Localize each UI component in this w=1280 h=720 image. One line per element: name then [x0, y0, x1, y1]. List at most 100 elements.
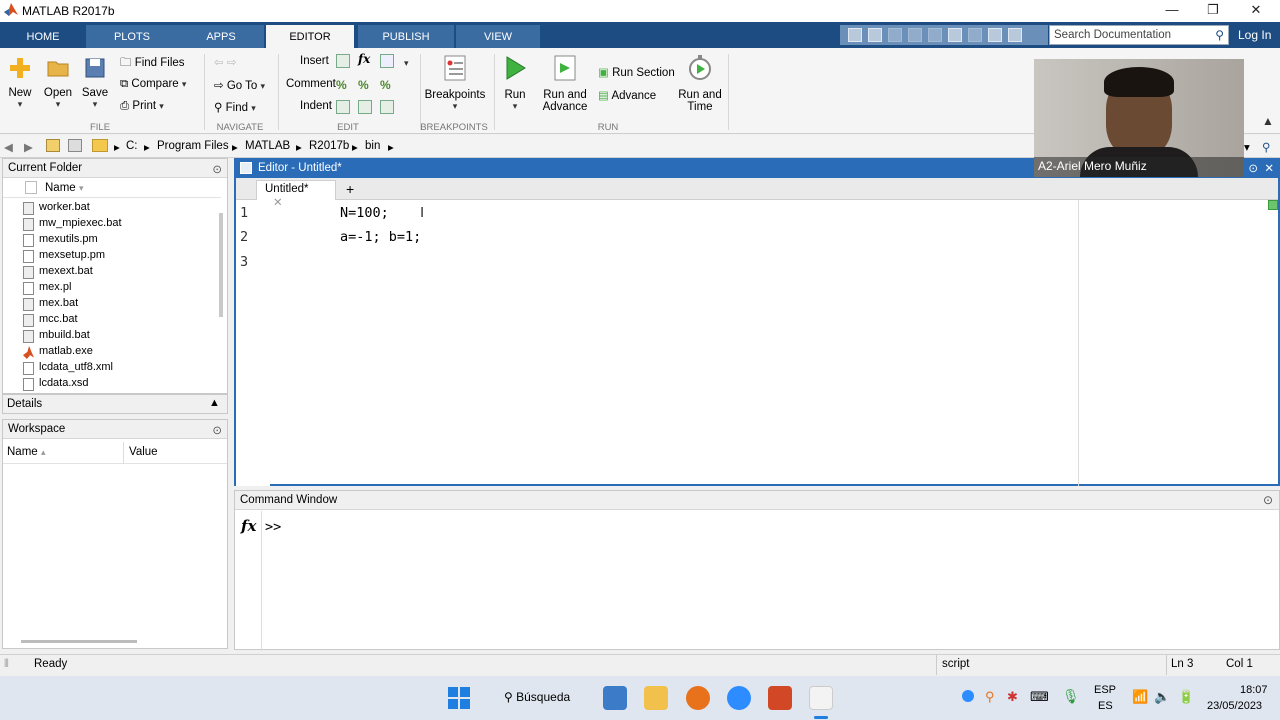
- workspace-hscrollbar[interactable]: [21, 640, 137, 643]
- browse-folder-icon[interactable]: [68, 139, 82, 152]
- advance-button[interactable]: ▤ Advance: [598, 88, 656, 102]
- expand-details-icon[interactable]: ▲: [209, 397, 220, 409]
- function-browser-icon[interactable]: fx: [241, 517, 256, 535]
- address-search-icon[interactable]: ⚲: [1262, 140, 1270, 154]
- panel-menu-icon[interactable]: ⊙: [212, 162, 222, 176]
- breadcrumb-r2017b[interactable]: R2017b: [309, 140, 349, 152]
- code-analyzer-ok-icon[interactable]: [1268, 200, 1278, 210]
- insert-dropdown-icon[interactable]: ▾: [404, 58, 409, 69]
- wifi-icon[interactable]: 📶: [1132, 689, 1148, 705]
- list-item[interactable]: mexutils.pm: [3, 233, 221, 249]
- tray-search-icon[interactable]: ⚲: [985, 689, 995, 705]
- compare-button[interactable]: ⧉ Compare ▾: [120, 78, 186, 91]
- indent-button[interactable]: Indent: [300, 100, 332, 112]
- tab-editor[interactable]: EDITOR: [266, 25, 354, 48]
- run-and-advance-button[interactable]: Run and Advance: [540, 54, 590, 113]
- tray-zoom-icon[interactable]: [962, 690, 974, 702]
- switch-windows-icon[interactable]: [988, 28, 1002, 42]
- details-panel[interactable]: Details ▲: [2, 394, 228, 414]
- find-button[interactable]: ⚲ Find ▾: [214, 100, 256, 114]
- up-folder-icon[interactable]: [46, 139, 60, 152]
- tray-keyboard-icon[interactable]: ⌨: [1030, 689, 1049, 705]
- tab-home[interactable]: HOME: [0, 25, 86, 48]
- minimize-button[interactable]: —: [1160, 2, 1184, 20]
- volume-icon[interactable]: 🔈: [1154, 689, 1170, 705]
- search-icon[interactable]: ⚲: [1215, 28, 1224, 42]
- panel-menu-icon[interactable]: ⊙: [1263, 493, 1273, 507]
- print-button[interactable]: ⎙ Print ▾: [120, 100, 164, 113]
- code-line[interactable]: a=-1; b=1;: [340, 229, 421, 245]
- address-dropdown-icon[interactable]: ▾: [1244, 140, 1250, 154]
- name-column-header[interactable]: Name ▾: [3, 179, 221, 198]
- restore-button[interactable]: ❐: [1201, 2, 1225, 20]
- run-and-time-button[interactable]: Run and Time: [676, 54, 724, 113]
- tab-apps[interactable]: APPS: [178, 25, 264, 48]
- cut-icon[interactable]: [888, 28, 902, 42]
- forward-arrow-icon[interactable]: ▶: [24, 140, 33, 154]
- search-documentation-input[interactable]: Search Documentation ⚲: [1049, 25, 1229, 45]
- windows-start-icon[interactable]: [448, 687, 470, 709]
- language-indicator-2[interactable]: ES: [1098, 700, 1113, 712]
- editor-tab-untitled[interactable]: Untitled* ✕: [256, 180, 336, 209]
- powerpoint-app-icon[interactable]: [768, 686, 792, 710]
- clock-time[interactable]: 18:07: [1240, 684, 1268, 696]
- breadcrumb-drive[interactable]: C:: [126, 140, 138, 152]
- zoom-app-icon[interactable]: [727, 686, 751, 710]
- taskbar-search[interactable]: ⚲ Búsqueda: [496, 684, 582, 712]
- workspace-value-column[interactable]: Value: [129, 446, 158, 458]
- list-item[interactable]: mexsetup.pm: [3, 249, 221, 265]
- code-area[interactable]: N=100; a=-1; b=1; I: [270, 200, 1078, 486]
- insert-snippet-icon[interactable]: [380, 54, 394, 68]
- list-item[interactable]: mbuild.bat: [3, 329, 221, 345]
- back-arrow-icon[interactable]: ◀: [4, 140, 13, 154]
- tray-security-icon[interactable]: ✱: [1007, 689, 1018, 705]
- save-icon[interactable]: [868, 28, 882, 42]
- login-link[interactable]: Log In: [1238, 28, 1271, 42]
- insert-function-icon[interactable]: fx: [358, 52, 370, 66]
- breadcrumb-program-files[interactable]: Program Files: [157, 140, 229, 152]
- photos-app-icon[interactable]: [603, 686, 627, 710]
- breakpoints-button[interactable]: Breakpoints ▾: [424, 54, 486, 112]
- uncomment-icon[interactable]: %: [358, 78, 369, 92]
- list-item[interactable]: mcc.bat: [3, 313, 221, 329]
- file-list-scrollbar[interactable]: [219, 213, 223, 317]
- layout-icon[interactable]: [848, 28, 862, 42]
- go-to-button[interactable]: ⇨ Go To ▾: [214, 78, 265, 92]
- new-tab-button[interactable]: +: [346, 181, 354, 197]
- increase-indent-icon[interactable]: [358, 100, 372, 114]
- battery-icon[interactable]: 🔋: [1178, 689, 1194, 705]
- close-button[interactable]: ✕: [1244, 2, 1268, 20]
- decrease-indent-icon[interactable]: [380, 100, 394, 114]
- search-app-icon[interactable]: [686, 686, 710, 710]
- run-button[interactable]: Run ▾: [498, 54, 532, 112]
- paste-icon[interactable]: [928, 28, 942, 42]
- list-item[interactable]: lcdata_utf8.xml: [3, 361, 221, 377]
- code-line[interactable]: N=100;: [340, 205, 389, 221]
- list-item[interactable]: mex.pl: [3, 281, 221, 297]
- list-item[interactable]: mexext.bat: [3, 265, 221, 281]
- tab-publish[interactable]: PUBLISH: [358, 25, 454, 48]
- insert-section-icon[interactable]: [336, 54, 350, 68]
- comment-button[interactable]: Comment: [286, 78, 336, 90]
- copy-icon[interactable]: [908, 28, 922, 42]
- list-item[interactable]: matlab.exe: [3, 345, 221, 361]
- list-item[interactable]: mex.bat: [3, 297, 221, 313]
- breadcrumb-bin[interactable]: bin: [365, 140, 380, 152]
- redo-icon[interactable]: [968, 28, 982, 42]
- editor-menu-icon[interactable]: ⊙: [1248, 161, 1258, 175]
- comment-percent-icon[interactable]: %: [336, 78, 347, 92]
- panel-menu-icon[interactable]: ⊙: [212, 423, 222, 437]
- open-button[interactable]: Open ▾: [42, 56, 74, 110]
- list-item[interactable]: worker.bat: [3, 201, 221, 217]
- insert-button[interactable]: Insert: [300, 55, 329, 67]
- run-section-button[interactable]: ▣ Run Section: [598, 65, 675, 79]
- clock-date[interactable]: 23/05/2023: [1207, 700, 1262, 712]
- workspace-name-column[interactable]: Name: [7, 446, 38, 458]
- new-button[interactable]: New ▾: [4, 56, 36, 110]
- list-item[interactable]: lcdata.xsd: [3, 377, 221, 393]
- list-item[interactable]: mw_mpiexec.bat: [3, 217, 221, 233]
- tab-view[interactable]: VIEW: [456, 25, 540, 48]
- help-icon[interactable]: [1008, 28, 1022, 42]
- matlab-app-icon[interactable]: [809, 686, 833, 710]
- command-prompt[interactable]: >>: [265, 519, 281, 535]
